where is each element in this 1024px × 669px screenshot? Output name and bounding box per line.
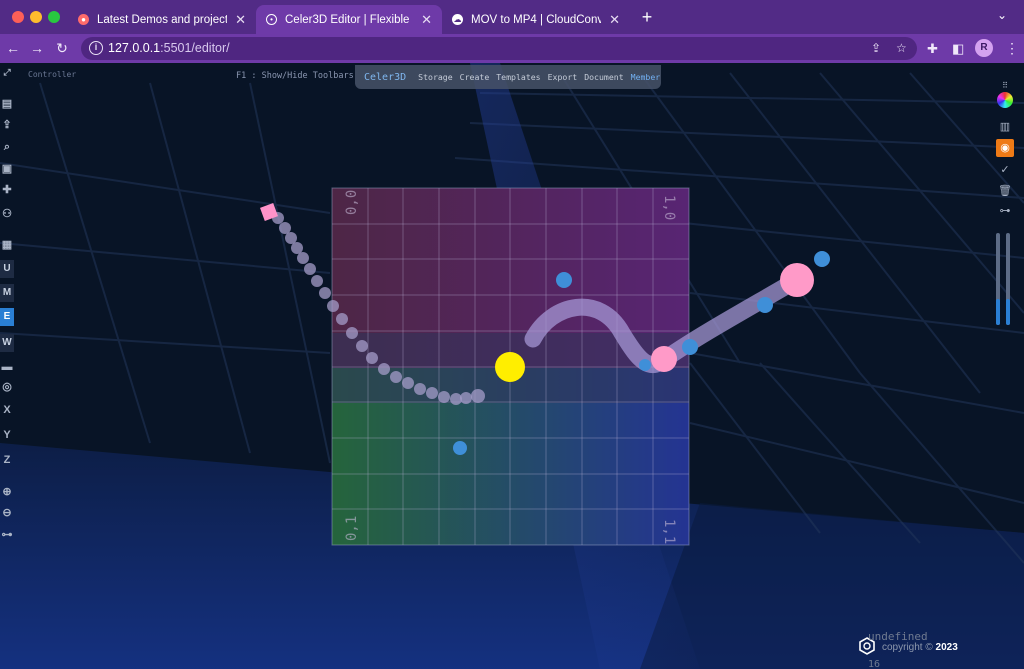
more-menu-icon[interactable]: ⋮ — [1005, 40, 1019, 57]
users-icon[interactable]: ⚇ — [0, 205, 14, 223]
extensions-puzzle-icon[interactable]: ✚ — [927, 41, 938, 57]
url-path: :5501/editor/ — [160, 41, 230, 55]
tool-e[interactable]: E — [0, 308, 14, 326]
control-point-pink-mid[interactable] — [651, 346, 677, 372]
side-panel-icon[interactable]: ◧ — [952, 41, 964, 57]
footer-number: 16 — [868, 659, 881, 669]
card-icon[interactable]: ▬ — [0, 358, 14, 376]
chevron-down-icon[interactable]: ⌄ — [997, 8, 1007, 22]
menu-member[interactable]: Member — [631, 72, 661, 82]
tangent-handle[interactable] — [757, 297, 773, 313]
3d-scene[interactable]: 0,0 1,0 0,1 1,1 — [0, 63, 1024, 669]
tab-latest-demos[interactable]: ● Latest Demos and projects top ✕ — [68, 5, 256, 34]
close-icon[interactable]: ✕ — [235, 12, 246, 28]
corner-label-top-right: 1,0 — [661, 195, 677, 220]
bookmark-star-icon[interactable]: ☆ — [896, 41, 907, 55]
tangent-handle[interactable] — [639, 359, 651, 371]
close-icon[interactable]: ✕ — [609, 12, 620, 28]
zoom-in-icon[interactable]: ⊕ — [0, 483, 14, 501]
menu-create[interactable]: Create — [460, 72, 490, 82]
axis-x[interactable]: X — [0, 401, 14, 419]
forward-button[interactable]: → — [27, 38, 47, 58]
info-icon[interactable]: i — [89, 41, 103, 55]
tangent-handle[interactable] — [556, 272, 572, 288]
share-icon[interactable]: ⇪ — [871, 41, 881, 55]
zoom-out-icon[interactable]: ⊖ — [0, 504, 14, 522]
tool-u[interactable]: U — [0, 260, 14, 278]
tab-celer3d-editor[interactable]: • Celer3D Editor | Flexible Param ✕ — [256, 5, 442, 34]
copyright-label: copyright © — [882, 642, 933, 653]
tab-title: Celer3D Editor | Flexible Param — [285, 13, 413, 26]
save-icon[interactable]: ▣ — [0, 160, 14, 178]
new-tab-button[interactable]: + — [637, 6, 657, 28]
menu-export[interactable]: Export — [548, 72, 578, 82]
reload-button[interactable]: ↻ — [52, 38, 72, 58]
close-icon[interactable]: ✕ — [421, 12, 432, 28]
control-point-pink-end[interactable] — [780, 263, 814, 297]
browser-toolbar: ← → ↻ i 127.0.0.1:5501/editor/ ⇪ ☆ ✚ ◧ R… — [0, 34, 1024, 63]
copyright-year: 2023 — [935, 642, 958, 653]
minimize-window-button[interactable] — [30, 11, 42, 23]
avatar[interactable]: R — [975, 39, 993, 57]
share-icon[interactable]: ⇪ — [0, 116, 14, 134]
cloud-icon: ☁ — [452, 14, 463, 25]
brand-title[interactable]: Celer3D — [364, 72, 406, 83]
tangent-handle[interactable] — [682, 339, 698, 355]
color-wheel-icon[interactable] — [996, 91, 1014, 109]
menu-document[interactable]: Document — [584, 72, 623, 82]
tangent-handle[interactable] — [453, 441, 467, 455]
copyright-text: copyright © 2023 — [882, 642, 958, 653]
toolbar-toggle-hint: F1 : Show/Hide Toolbars — [236, 71, 354, 81]
editor-menubar: Celer3D Storage Create Templates Export … — [355, 65, 661, 89]
slider-fill — [1006, 299, 1010, 325]
corner-label-top-left: 0,0 — [344, 190, 360, 215]
editor-viewport[interactable]: 0,0 1,0 0,1 1,1 Controller F1: Show/Hid… — [0, 63, 1024, 669]
grid-icon[interactable]: ▦ — [0, 236, 14, 254]
toggle-icon[interactable]: ⊶ — [0, 526, 14, 544]
trash-icon[interactable]: 🗑 — [996, 182, 1014, 200]
controller-label: Controller — [28, 70, 77, 79]
record-icon[interactable]: ◉ — [996, 139, 1014, 157]
vertical-slider-right[interactable] — [1006, 233, 1010, 325]
tab-title: Latest Demos and projects top — [97, 13, 228, 26]
url-text: 127.0.0.1:5501/editor/ — [108, 41, 230, 55]
vertical-slider-left[interactable] — [996, 233, 1000, 325]
maximize-window-button[interactable] — [48, 11, 60, 23]
check-icon[interactable]: ✓ — [996, 161, 1014, 179]
control-point-yellow[interactable] — [495, 352, 525, 382]
back-button[interactable]: ← — [3, 38, 23, 58]
tab-cloudconvert[interactable]: ☁ MOV to MP4 | CloudConvert ✕ — [442, 5, 630, 34]
corner-label-bottom-right: 1,1 — [661, 519, 677, 544]
new-file-icon[interactable]: ▤ — [0, 95, 14, 113]
expand-icon[interactable]: ⤢ — [0, 63, 14, 81]
axis-z[interactable]: Z — [0, 451, 14, 469]
slider-fill — [996, 299, 1000, 325]
tab-title: MOV to MP4 | CloudConvert — [471, 13, 602, 26]
puzzle-icon[interactable]: ✚ — [0, 181, 14, 199]
film-icon[interactable]: ▥ — [996, 118, 1014, 136]
target-icon[interactable]: ◎ — [0, 378, 14, 396]
toggle-icon[interactable]: ⊶ — [996, 202, 1014, 220]
tool-m[interactable]: M — [0, 284, 14, 302]
menu-storage[interactable]: Storage — [418, 72, 453, 82]
close-window-button[interactable] — [12, 11, 24, 23]
tab-strip: ● Latest Demos and projects top ✕ • Cele… — [0, 0, 1024, 34]
corner-label-bottom-left: 0,1 — [344, 516, 360, 541]
celer-icon: • — [266, 14, 277, 25]
search-icon[interactable]: ⌕ — [0, 138, 14, 156]
url-host: 127.0.0.1 — [108, 41, 161, 55]
address-bar[interactable]: i 127.0.0.1:5501/editor/ ⇪ ☆ — [81, 37, 917, 60]
tangent-handle[interactable] — [814, 251, 830, 267]
menu-templates[interactable]: Templates — [496, 72, 540, 82]
browser-window: ● Latest Demos and projects top ✕ • Cele… — [0, 0, 1024, 669]
axis-y[interactable]: Y — [0, 426, 14, 444]
shield-icon: ● — [78, 14, 89, 25]
floor-plane-shadow — [640, 503, 1024, 669]
tool-w[interactable]: W — [0, 334, 14, 352]
